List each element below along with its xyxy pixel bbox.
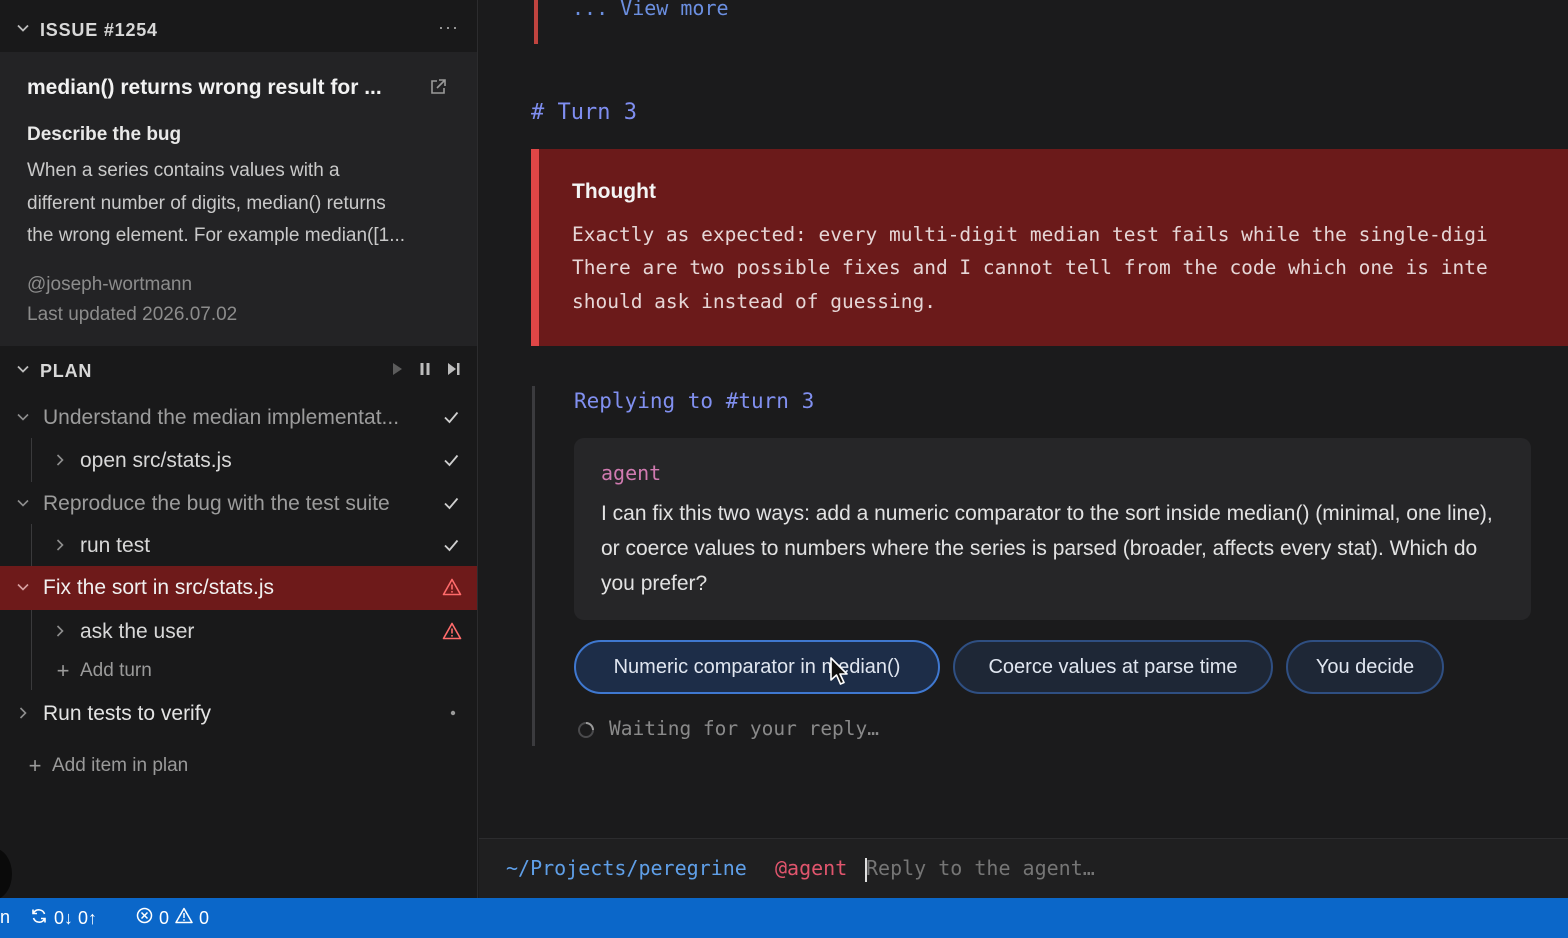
warning-icon bbox=[442, 578, 462, 601]
sidebar: ISSUE #1254 ··· median() returns wrong r… bbox=[0, 0, 478, 898]
thought-line: should ask instead of guessing. bbox=[572, 290, 936, 313]
choice-numeric-comparator-button[interactable]: Numeric comparator in median() bbox=[574, 640, 940, 694]
agent-name: agent bbox=[601, 461, 662, 485]
issue-subtitle: Describe the bug bbox=[27, 124, 182, 145]
chevron-right-icon[interactable] bbox=[16, 706, 30, 725]
issue-section-header[interactable]: ISSUE #1254 bbox=[0, 8, 478, 52]
thought-title: Thought bbox=[572, 180, 656, 203]
add-turn-button[interactable]: + Add turn bbox=[56, 658, 152, 684]
plan-item[interactable]: Reproduce the bug with the test suite bbox=[0, 482, 477, 525]
add-plan-item-button[interactable]: + Add item in plan bbox=[28, 753, 189, 779]
plan-subitem-label: open src/stats.js bbox=[80, 449, 232, 472]
plan-subitem-label: run test bbox=[80, 534, 151, 557]
sync-counts: 0↓ 0↑ bbox=[54, 908, 98, 928]
prompt-agent-mention: @agent bbox=[775, 856, 848, 880]
sync-icon bbox=[30, 907, 48, 930]
reply-input[interactable] bbox=[866, 856, 1466, 880]
add-turn-label: Add turn bbox=[80, 660, 152, 681]
plan-subitem[interactable]: open src/stats.js bbox=[0, 439, 477, 482]
check-icon bbox=[442, 451, 460, 474]
reply-heading: Replying to #turn 3 bbox=[574, 389, 815, 413]
error-icon bbox=[136, 907, 153, 929]
branch-indicator[interactable]: n bbox=[0, 907, 10, 928]
waiting-status: Waiting for your reply… bbox=[609, 717, 880, 740]
chevron-down-icon[interactable] bbox=[16, 21, 30, 40]
plan-item-label: Understand the median implementat... bbox=[43, 406, 400, 429]
plan-item-active[interactable]: Fix the sort in src/stats.js bbox=[0, 566, 477, 610]
chevron-right-icon[interactable] bbox=[53, 538, 67, 557]
problems-status[interactable]: 0 0 bbox=[136, 907, 209, 929]
issue-description: When a series contains values with a dif… bbox=[27, 155, 457, 253]
plan-subitem[interactable]: ask the user bbox=[0, 610, 477, 653]
add-plan-item-label: Add item in plan bbox=[52, 755, 189, 776]
plan-item-label: Reproduce the bug with the test suite bbox=[43, 492, 390, 515]
plan-subitem[interactable]: run test bbox=[0, 524, 477, 567]
check-icon bbox=[442, 494, 460, 517]
issue-author[interactable]: @joseph-wortmann bbox=[27, 274, 192, 296]
status-bar: n 0↓ 0↑ 0 0 bbox=[0, 898, 1568, 938]
plan-subitem-label: ask the user bbox=[80, 620, 195, 643]
issue-description-line: When a series contains values with a bbox=[27, 160, 340, 181]
plan-controls bbox=[391, 362, 461, 381]
thought-block bbox=[531, 149, 1568, 346]
warning-icon bbox=[442, 622, 462, 645]
chevron-right-icon[interactable] bbox=[53, 624, 67, 643]
reply-thread-bar bbox=[532, 386, 535, 746]
chevron-down-icon[interactable] bbox=[16, 362, 30, 381]
thought-line: Exactly as expected: every multi-digit m… bbox=[572, 223, 1488, 246]
spinner-icon bbox=[577, 721, 595, 744]
play-icon[interactable] bbox=[391, 362, 403, 381]
plan-item[interactable]: Understand the median implementat... bbox=[0, 396, 477, 439]
previous-turn-bar bbox=[534, 0, 538, 44]
plan-item-label: Fix the sort in src/stats.js bbox=[43, 576, 275, 599]
check-icon bbox=[442, 408, 460, 431]
thought-line: There are two possible fixes and I canno… bbox=[572, 256, 1488, 279]
turn-heading: # Turn 3 bbox=[531, 100, 637, 125]
choice-coerce-values-button[interactable]: Coerce values at parse time bbox=[953, 640, 1273, 694]
check-icon bbox=[442, 536, 460, 559]
issue-title[interactable]: median() returns wrong result for ... bbox=[27, 76, 382, 100]
mouse-pointer-icon bbox=[830, 657, 850, 692]
plus-icon: + bbox=[28, 753, 42, 778]
issue-updated: Last updated 2026.07.02 bbox=[27, 304, 238, 325]
sync-status[interactable]: 0↓ 0↑ bbox=[30, 907, 97, 930]
agent-message: I can fix this two ways: add a numeric c… bbox=[601, 502, 1493, 595]
plan-section-title: PLAN bbox=[40, 360, 93, 381]
warning-icon bbox=[175, 907, 193, 929]
warning-count: 0 bbox=[199, 907, 210, 928]
plan-item[interactable]: Run tests to verify bbox=[0, 692, 477, 735]
open-external-icon[interactable] bbox=[429, 78, 447, 101]
issue-description-line: different number of digits, median() ret… bbox=[27, 192, 386, 214]
issue-section-title: ISSUE #1254 bbox=[40, 19, 158, 40]
prompt-path: ~/Projects/peregrine bbox=[506, 856, 747, 880]
chevron-down-icon[interactable] bbox=[16, 580, 30, 599]
choice-you-decide-button[interactable]: You decide bbox=[1286, 640, 1444, 694]
chevron-right-icon[interactable] bbox=[53, 453, 67, 472]
plan-item-label: Run tests to verify bbox=[43, 702, 212, 725]
view-more-link[interactable]: ... View more bbox=[572, 0, 729, 20]
step-forward-icon[interactable] bbox=[447, 362, 461, 381]
chevron-down-icon[interactable] bbox=[16, 496, 30, 515]
more-options-icon[interactable]: ··· bbox=[438, 17, 459, 38]
chevron-down-icon[interactable] bbox=[16, 410, 30, 429]
issue-description-line: the wrong element. For example median([1… bbox=[27, 225, 406, 246]
pending-dot-icon bbox=[442, 704, 460, 727]
plus-icon: + bbox=[56, 658, 70, 683]
error-count: 0 bbox=[159, 907, 170, 928]
pause-icon[interactable] bbox=[419, 362, 431, 381]
